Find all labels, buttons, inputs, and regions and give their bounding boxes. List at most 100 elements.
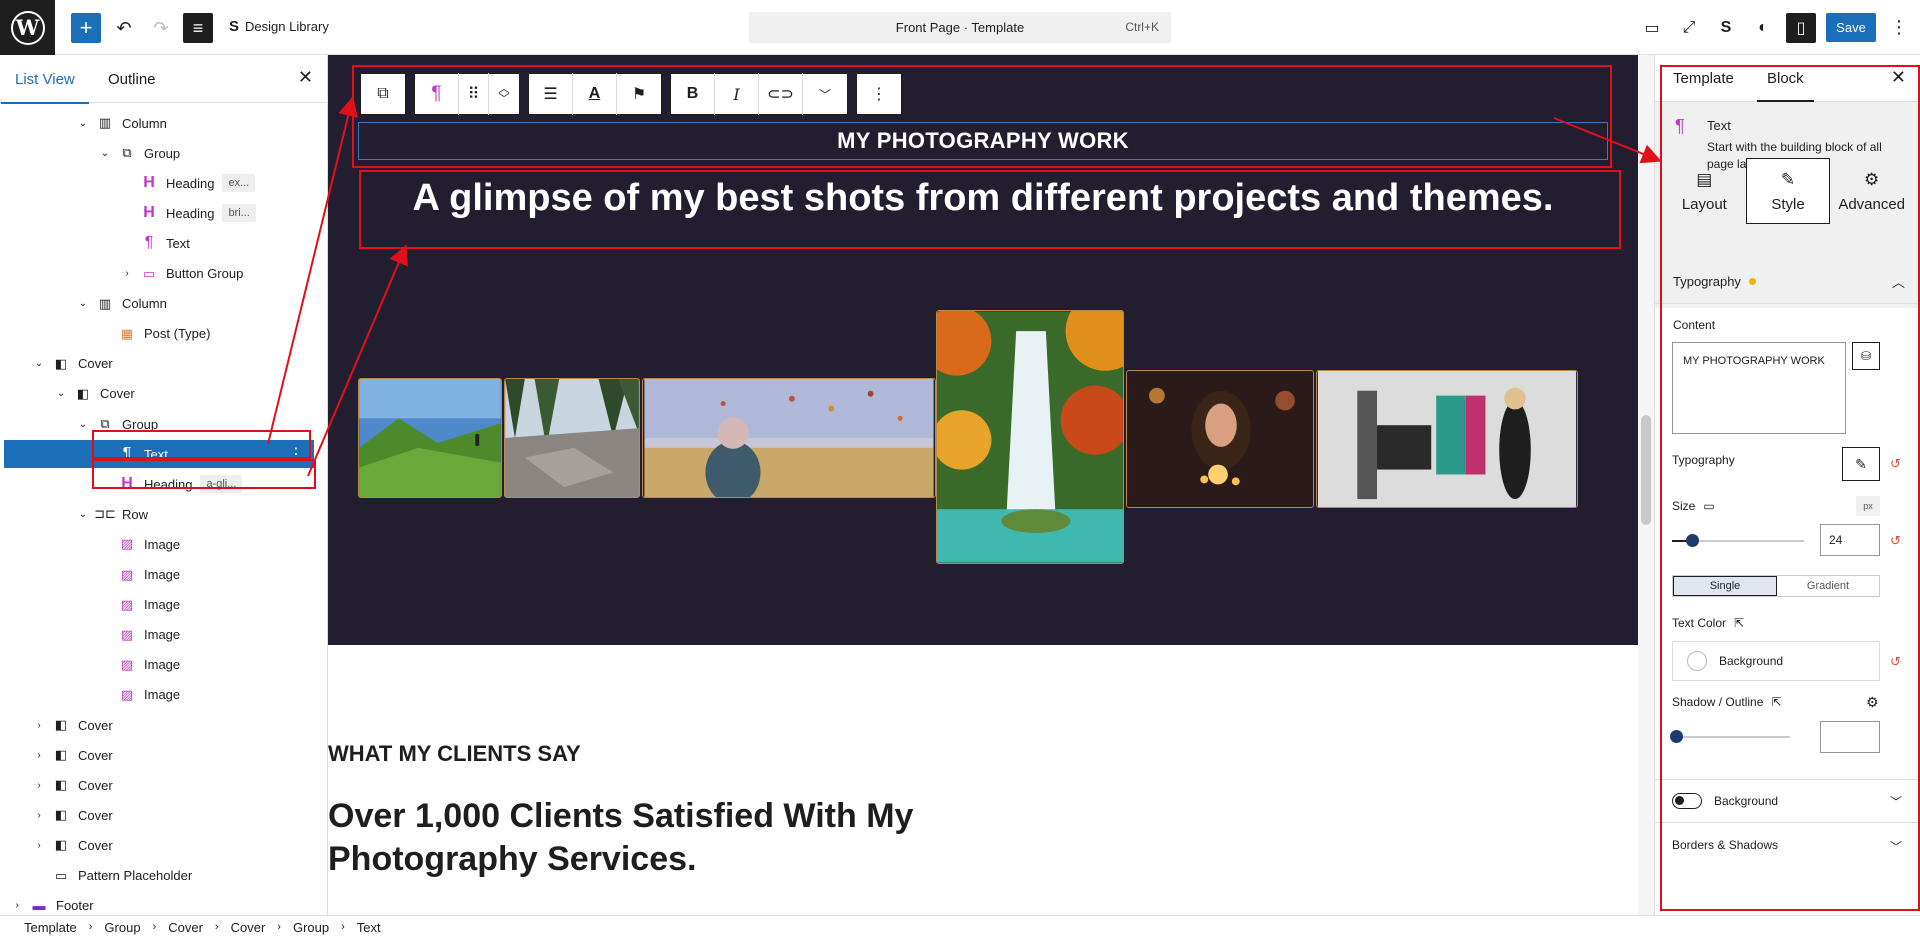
tree-item-group[interactable]: ⌄ ⧉ Group: [4, 410, 314, 438]
tree-item-text[interactable]: ¶ Text ⋮: [4, 440, 314, 469]
chevron-down-icon[interactable]: ⌄: [54, 388, 68, 399]
tab-style[interactable]: ✎ Style: [1745, 158, 1831, 224]
view-icon[interactable]: ▭: [1637, 13, 1667, 43]
hero-text-block[interactable]: MY PHOTOGRAPHY WORK: [358, 122, 1608, 160]
styles-contrast-icon[interactable]: ◐: [1748, 13, 1778, 43]
tree-item-image[interactable]: ▨ Image: [4, 681, 314, 709]
paragraph-icon[interactable]: ¶: [415, 73, 459, 115]
canvas-scrollbar[interactable]: [1638, 55, 1654, 915]
chevron-right-icon[interactable]: ›: [32, 720, 46, 731]
italic-icon[interactable]: I: [715, 73, 759, 115]
hero-cover-block[interactable]: ⧉ ¶ ⠿ ︿﹀ ☰ A ⚑ B I ⊂⊃ ﹀ ⋮ MY PHOTOGRAPH: [328, 55, 1638, 645]
tree-item-image[interactable]: ▨ Image: [4, 621, 314, 649]
tab-outline[interactable]: Outline: [108, 71, 156, 88]
tree-item-group[interactable]: ⌄ ⧉ Group: [4, 139, 314, 167]
close-icon[interactable]: ✕: [1891, 67, 1906, 88]
tree-item-text[interactable]: ¶ Text: [4, 229, 314, 257]
typography-section-header[interactable]: Typography ︿: [1655, 261, 1920, 301]
cover-icon: ◧: [76, 385, 90, 401]
chevron-right-icon[interactable]: ›: [32, 750, 46, 761]
align-center-icon[interactable]: ☰: [529, 73, 573, 115]
breadcrumb-item[interactable]: Group: [293, 920, 329, 935]
tree-item-cover[interactable]: › ◧ Cover: [4, 711, 314, 739]
chevron-down-icon[interactable]: ⌄: [76, 419, 90, 430]
tree-item-column[interactable]: ⌄ ▥ Column: [4, 290, 314, 318]
scrollbar-thumb[interactable]: [1641, 415, 1651, 525]
testimonials-title[interactable]: WHAT MY CLIENTS SAY: [328, 741, 581, 767]
tree-item-heading[interactable]: H Heading bri...: [4, 199, 314, 227]
breadcrumb-item[interactable]: Text: [357, 920, 381, 935]
move-up-down-icon[interactable]: ︿ ﹀: [489, 73, 519, 115]
chevron-right-icon[interactable]: ›: [32, 810, 46, 821]
chevron-down-icon[interactable]: ⌄: [98, 148, 112, 159]
parent-block-icon[interactable]: ⧉: [361, 73, 405, 115]
command-palette-button[interactable]: Front Page · Template Ctrl+K: [749, 12, 1171, 43]
tree-item-column[interactable]: ⌄ ▥ Column: [4, 109, 314, 137]
text-color-icon[interactable]: A: [573, 73, 617, 115]
settings-sidebar-icon[interactable]: ▯: [1786, 13, 1816, 43]
tree-item-row[interactable]: ⌄ ⊐⊏ Row: [4, 500, 314, 528]
tree-item-cover[interactable]: › ◧ Cover: [4, 741, 314, 769]
tree-item-pattern[interactable]: ▭ Pattern Placeholder: [4, 862, 314, 890]
chevron-down-icon[interactable]: ⌄: [76, 298, 90, 309]
more-formats-icon[interactable]: ﹀: [803, 73, 847, 115]
drag-handle-icon[interactable]: ⠿: [459, 73, 489, 115]
row-icon: ⊐⊏: [94, 506, 116, 522]
tab-list-view[interactable]: List View: [1, 71, 89, 104]
testimonials-heading[interactable]: Over 1,000 Clients Satisfied With My Pho…: [328, 795, 1028, 881]
tree-item-heading[interactable]: H Heading a-gli...: [4, 470, 314, 498]
editor-canvas[interactable]: ⧉ ¶ ⠿ ︿﹀ ☰ A ⚑ B I ⊂⊃ ﹀ ⋮ MY PHOTOGRAPH: [328, 55, 1638, 915]
design-library-button[interactable]: S Design Library: [229, 18, 329, 35]
wordpress-icon: W: [10, 10, 45, 45]
chevron-right-icon[interactable]: ›: [10, 900, 24, 911]
add-block-button[interactable]: +: [71, 13, 101, 43]
photo-rocky-forest[interactable]: [504, 378, 640, 498]
tab-advanced[interactable]: ⚙ Advanced: [1830, 158, 1913, 224]
tree-item-image[interactable]: ▨ Image: [4, 591, 314, 619]
chevron-down-icon[interactable]: ⌄: [76, 509, 90, 520]
tree-item-image[interactable]: ▨ Image: [4, 561, 314, 589]
breadcrumb-item[interactable]: Cover: [168, 920, 203, 935]
undo-icon[interactable]: ↶: [109, 13, 139, 43]
chevron-right-icon[interactable]: ›: [32, 780, 46, 791]
tree-item-cover[interactable]: › ◧ Cover: [4, 831, 314, 859]
options-icon[interactable]: ⋮: [1888, 13, 1910, 42]
document-overview-button[interactable]: ≡: [183, 13, 213, 43]
stackable-settings-icon[interactable]: S: [1711, 13, 1741, 43]
chevron-right-icon[interactable]: ›: [32, 840, 46, 851]
tree-item-image[interactable]: ▨ Image: [4, 530, 314, 558]
chevron-down-icon[interactable]: ⌄: [76, 118, 90, 129]
breadcrumb-item[interactable]: Template: [24, 920, 77, 935]
chevron-right-icon[interactable]: ›: [120, 268, 134, 279]
tree-item-post[interactable]: ▦ Post (Type): [4, 320, 314, 348]
tab-layout[interactable]: ▤ Layout: [1663, 158, 1746, 224]
redo-icon[interactable]: ↷: [146, 13, 176, 43]
block-options-icon[interactable]: ⋮: [288, 444, 304, 464]
hero-heading-block[interactable]: A glimpse of my best shots from differen…: [358, 177, 1608, 220]
photo-fashion-shoot[interactable]: [1316, 370, 1578, 508]
link-icon[interactable]: ⊂⊃: [759, 73, 803, 115]
save-button[interactable]: Save: [1826, 13, 1876, 42]
tree-item-cover[interactable]: ⌄ ◧ Cover: [4, 350, 314, 378]
photo-mountain-hiker[interactable]: [358, 378, 502, 498]
tree-item-cover[interactable]: ⌄ ◧ Cover: [4, 380, 314, 408]
tab-template[interactable]: Template: [1673, 70, 1734, 87]
chevron-down-icon[interactable]: ⌄: [32, 358, 46, 369]
close-icon[interactable]: ✕: [298, 67, 313, 88]
bold-icon[interactable]: B: [671, 73, 715, 115]
wordpress-logo[interactable]: W: [0, 0, 55, 55]
tab-block[interactable]: Block: [1757, 70, 1814, 102]
fullscreen-icon[interactable]: ⤢: [1674, 13, 1704, 43]
block-options-icon[interactable]: ⋮: [857, 73, 901, 115]
flag-icon[interactable]: ⚑: [617, 73, 661, 115]
breadcrumb-item[interactable]: Cover: [231, 920, 266, 935]
tree-item-cover[interactable]: › ◧ Cover: [4, 771, 314, 799]
breadcrumb-item[interactable]: Group: [104, 920, 140, 935]
tree-item-cover[interactable]: › ◧ Cover: [4, 801, 314, 829]
tree-item-heading[interactable]: H Heading ex...: [4, 169, 314, 197]
photo-balloon-traveler[interactable]: [642, 378, 936, 498]
photo-lights-portrait[interactable]: [1126, 370, 1314, 508]
tree-item-image[interactable]: ▨ Image: [4, 651, 314, 679]
photo-waterfall[interactable]: [936, 310, 1124, 564]
tree-item-button[interactable]: › ▭ Button Group: [4, 260, 314, 288]
